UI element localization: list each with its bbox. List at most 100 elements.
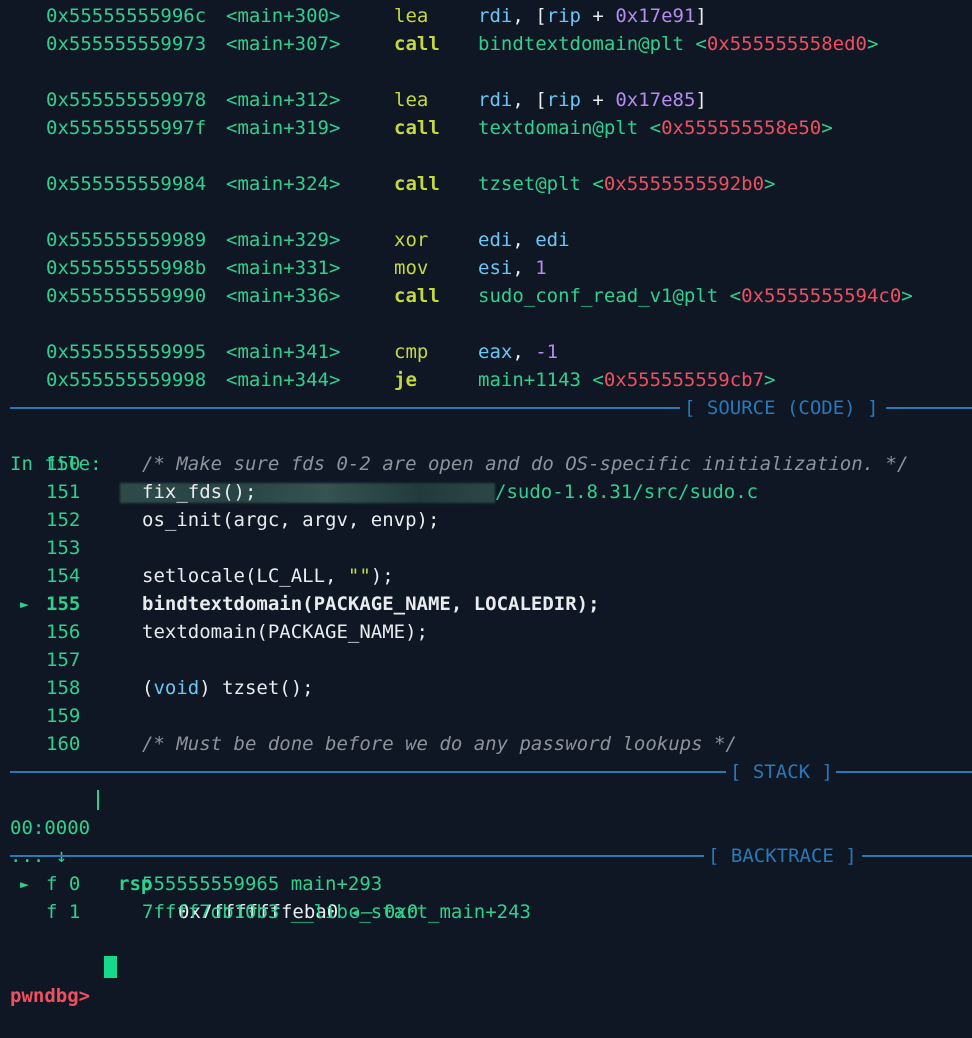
instruction-symbol: <main+324> — [226, 173, 341, 195]
backtrace-frame[interactable]: ► f 0 555555559965 main+293 — [0, 870, 972, 898]
instruction-operands: rdi, [rip + 0x17e85] — [478, 86, 707, 114]
stack-section-title: [ STACK ] — [730, 761, 833, 783]
frame-symbol: __libc_start_main+243 — [290, 901, 531, 923]
instruction-operands: tzset@plt <0x5555555592b0> — [478, 170, 775, 198]
current-frame-arrow-icon: ► — [20, 875, 30, 893]
source-line-number: 154 — [46, 565, 81, 587]
separator-rule — [862, 855, 972, 857]
instruction-address: 0x55555555998b — [46, 257, 207, 279]
operand-token: > — [821, 117, 833, 139]
operand-token: > — [764, 173, 776, 195]
stack-section-header: [ STACK ] — [0, 758, 972, 786]
source-line-number: 160 — [46, 733, 81, 755]
instruction-symbol: <main+300> — [226, 5, 341, 27]
instruction-symbol: <main+319> — [226, 117, 341, 139]
backtrace-section-title: [ BACKTRACE ] — [708, 845, 857, 867]
source-line-number: 159 — [46, 705, 81, 727]
backtrace-section-header: [ BACKTRACE ] — [0, 842, 972, 870]
instruction-address: 0x55555555997f — [46, 117, 207, 139]
operand-token: ] — [695, 89, 707, 111]
operand-token: edi — [535, 229, 570, 251]
source-line: 160 /* Must be done before we do any pass… — [0, 730, 972, 758]
stack-divider — [97, 790, 99, 810]
code-token: "" — [347, 565, 371, 587]
operand-token: , [ — [512, 89, 547, 111]
operand-token — [684, 33, 695, 55]
separator-rule — [10, 855, 704, 857]
operand-token: 1 — [535, 257, 547, 279]
source-line-code: fix_fds(); — [142, 478, 256, 506]
code-token: fix_fds(); — [142, 481, 257, 503]
disasm-row: 0x555555559995 <main+341> cmp eax, -1 — [0, 338, 972, 366]
operand-token: rip — [546, 89, 581, 111]
operand-token: 0x555555559cb7 — [603, 369, 765, 391]
prompt-label: pwndbg> — [10, 985, 91, 1007]
operand-token: rip — [546, 5, 581, 27]
operand-token — [718, 285, 729, 307]
command-prompt-line[interactable]: pwndbg> — [0, 954, 90, 1007]
disasm-row: 0x55555555997f <main+319> call textdomain@p… — [0, 114, 972, 142]
source-line-number: 157 — [46, 649, 81, 671]
operand-token: 0x5555555592b0 — [603, 173, 765, 195]
instruction-symbol: <main+341> — [226, 341, 341, 363]
instruction-symbol: <main+344> — [226, 369, 341, 391]
operand-token — [638, 117, 649, 139]
source-line: 153 — [0, 534, 972, 562]
source-line: 152 os_init(argc, argv, envp); — [0, 506, 972, 534]
instruction-operands: rdi, [rip + 0x17e91] — [478, 2, 707, 30]
operand-token: rdi — [478, 89, 513, 111]
operand-token: , — [512, 257, 536, 279]
frame-symbol: main+293 — [290, 873, 383, 895]
source-line-code: /* Make sure fds 0-2 are open and do OS-… — [142, 450, 908, 478]
source-line: 157 — [0, 646, 972, 674]
code-token: /* Make sure fds 0-2 are open and do OS-… — [142, 453, 909, 475]
source-line: 151 fix_fds(); — [0, 478, 972, 506]
operand-token: < — [649, 117, 662, 139]
frame-address: 7ffff7db10b3 — [142, 901, 280, 923]
separator-rule — [10, 771, 726, 773]
frame-address: 555555559965 — [142, 873, 280, 895]
text-cursor[interactable] — [104, 956, 117, 978]
operand-token: 0x555555558e50 — [661, 117, 822, 139]
operand-token: edi — [478, 229, 513, 251]
source-line-code: textdomain(PACKAGE_NAME); — [142, 618, 428, 646]
operand-token: 0x5555555594c0 — [741, 285, 902, 307]
source-line-number: 158 — [46, 677, 81, 699]
source-line: 159 — [0, 702, 972, 730]
instruction-mnemonic: call — [394, 285, 440, 307]
frame-index: f 0 — [46, 873, 81, 895]
instruction-mnemonic: lea — [394, 5, 429, 27]
source-line-code: os_init(argc, argv, envp); — [142, 506, 439, 534]
operand-token: > — [764, 369, 776, 391]
operand-token: + — [580, 5, 616, 27]
source-line-code: bindtextdomain(PACKAGE_NAME, LOCALEDIR); — [142, 590, 600, 618]
disasm-row: 0x555555559984 <main+324> call tzset@plt <0… — [0, 170, 972, 198]
instruction-address: 0x55555555996c — [46, 5, 207, 27]
stack-row: 00:0000 rsp 0x7fffffffeba0 ◂— 0x0 — [0, 786, 972, 923]
instruction-address: 0x555555559990 — [46, 285, 207, 307]
source-file-line: In file: /sudo-1.8.31/src/sudo.c — [0, 422, 758, 503]
instruction-address: 0x555555559978 — [46, 89, 207, 111]
operand-token: < — [729, 285, 742, 307]
source-section-header: [ SOURCE (CODE) ] — [0, 394, 972, 422]
disasm-row: 0x55555555998b <main+331> mov esi, 1 — [0, 254, 972, 282]
instruction-address: 0x555555559973 — [46, 33, 207, 55]
code-token: textdomain(PACKAGE_NAME); — [142, 621, 428, 643]
disasm-row: 0x555555559998 <main+344> je main+1143 <0x5… — [0, 366, 972, 394]
source-line: 150 /* Make sure fds 0-2 are open and do … — [0, 450, 972, 478]
instruction-mnemonic: cmp — [394, 341, 429, 363]
backtrace-frame[interactable]: f 1 7ffff7db10b3 __libc_start_main+243 — [0, 898, 972, 926]
instruction-mnemonic: xor — [394, 229, 429, 251]
operand-token: + — [580, 89, 616, 111]
instruction-operands: sudo_conf_read_v1@plt <0x5555555594c0> — [478, 282, 913, 310]
code-token: /* Must be done before we do any passwor… — [142, 733, 737, 755]
operand-token: tzset@plt — [478, 173, 581, 195]
disasm-row: 0x555555559990 <main+336> call sudo_conf_re… — [0, 282, 972, 310]
operand-token: eax — [478, 341, 513, 363]
operand-token: bindtextdomain@plt — [478, 33, 684, 55]
code-token: bindtextdomain(PACKAGE_NAME, LOCALEDIR); — [142, 593, 600, 615]
current-line-arrow-icon: ► — [20, 595, 30, 613]
code-token: ) tzset(); — [199, 677, 314, 699]
code-token: ( — [142, 677, 154, 699]
instruction-operands: eax, -1 — [478, 338, 558, 366]
